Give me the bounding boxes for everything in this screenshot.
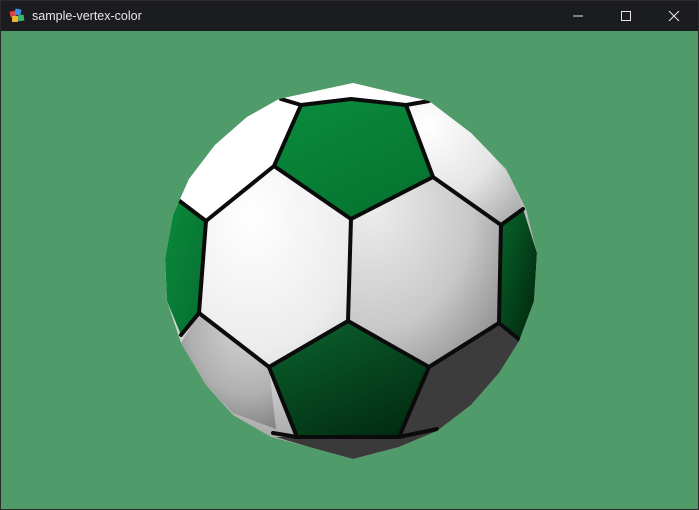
app-logo-icon [9,8,25,24]
minimize-button[interactable] [554,1,602,31]
minimize-icon [573,15,583,17]
window-controls [554,1,698,31]
close-icon [668,10,680,22]
soccer-ball [165,83,537,459]
app-window: sample-vertex-color [0,0,699,510]
soccer-ball-body [165,83,537,459]
maximize-icon [621,11,631,21]
close-button[interactable] [650,1,698,31]
window-title: sample-vertex-color [32,9,142,23]
render-viewport[interactable] [1,31,698,509]
maximize-button[interactable] [602,1,650,31]
title-bar[interactable]: sample-vertex-color [1,1,698,31]
